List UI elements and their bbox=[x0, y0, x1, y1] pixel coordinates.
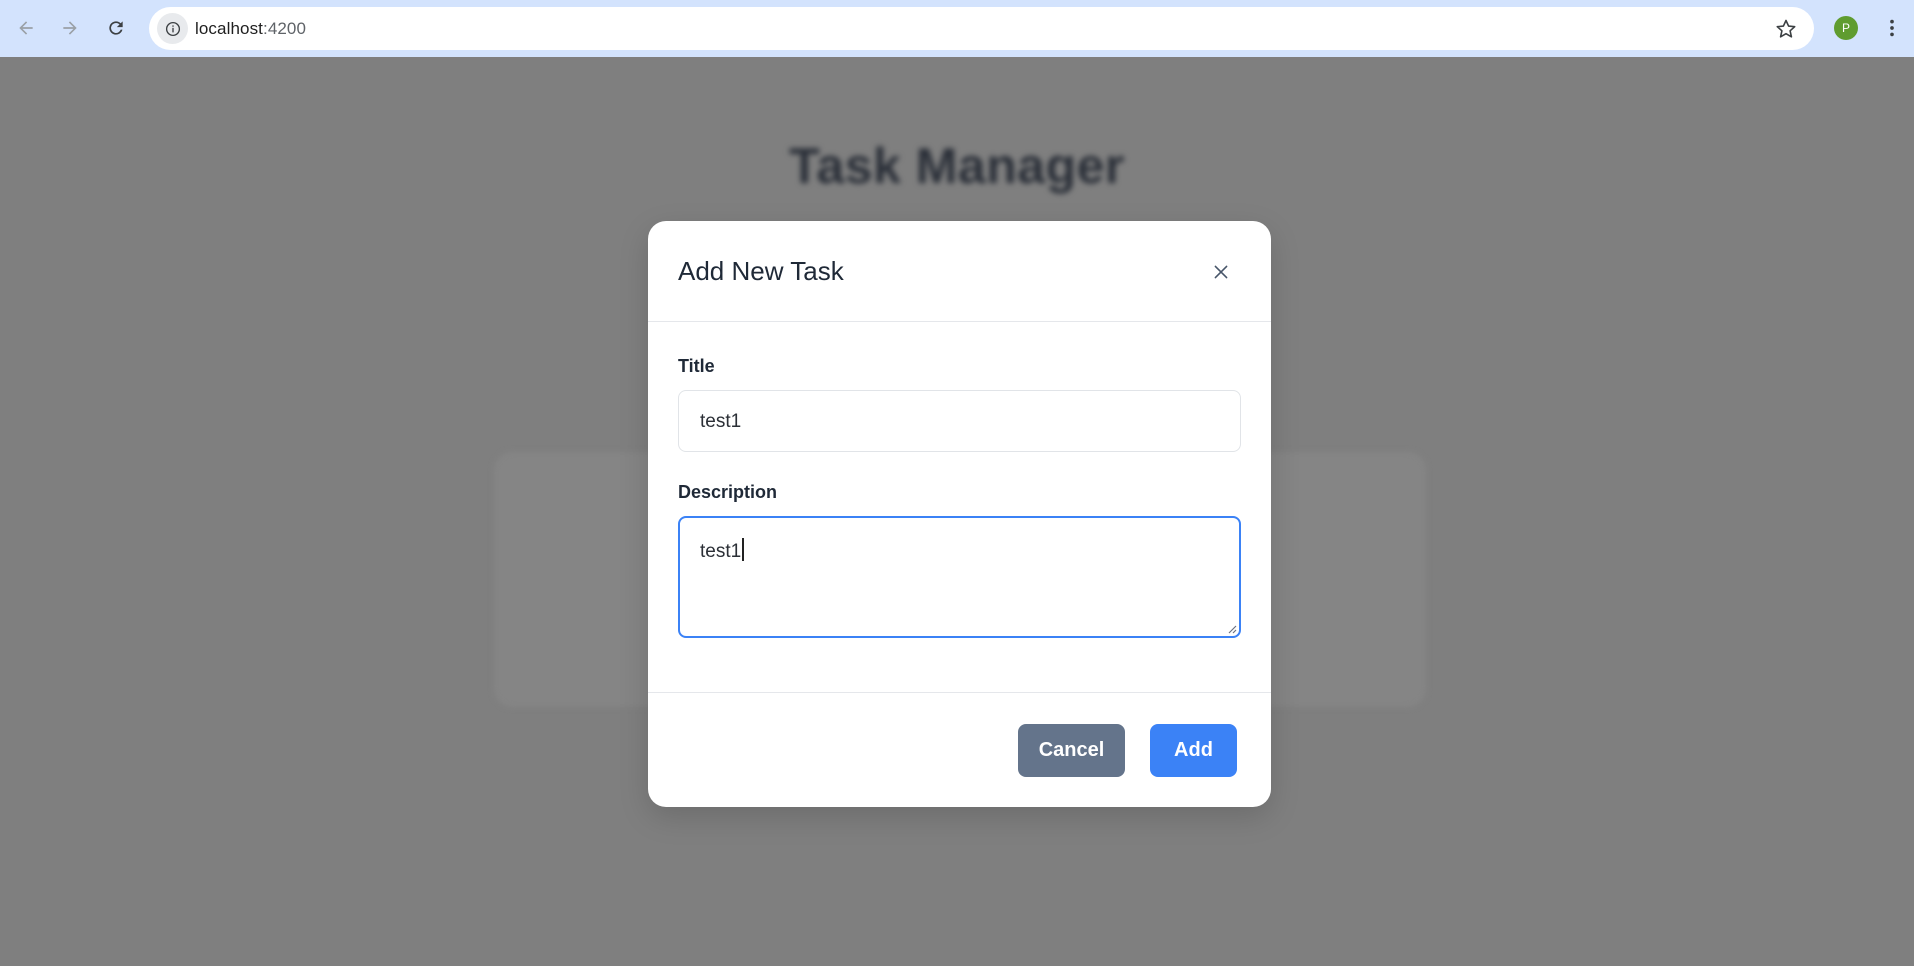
resize-handle-icon[interactable] bbox=[1227, 624, 1237, 634]
add-button[interactable]: Add bbox=[1150, 724, 1237, 777]
description-textarea[interactable]: test1 bbox=[678, 516, 1241, 638]
description-label: Description bbox=[678, 482, 778, 502]
page-title: Task Manager bbox=[789, 138, 1125, 194]
arrow-right-icon bbox=[63, 21, 77, 35]
browser-menu-button[interactable] bbox=[1880, 14, 1904, 42]
close-button[interactable] bbox=[1211, 262, 1231, 282]
title-input[interactable]: test1 bbox=[678, 390, 1241, 452]
bookmark-star-icon[interactable] bbox=[1774, 17, 1798, 41]
close-icon bbox=[1214, 265, 1228, 279]
modal-footer: Cancel Add bbox=[648, 692, 1271, 807]
title-label: Title bbox=[678, 356, 715, 376]
address-bar[interactable]: localhost:4200 bbox=[149, 7, 1814, 50]
modal-title: Add New Task bbox=[678, 256, 844, 286]
description-value: test1 bbox=[700, 541, 742, 562]
url-host: localhost bbox=[195, 19, 263, 38]
info-icon bbox=[165, 21, 180, 36]
profile-avatar[interactable]: P bbox=[1834, 16, 1858, 40]
text-caret bbox=[742, 538, 744, 561]
arrow-left-icon bbox=[19, 21, 33, 35]
modal-header: Add New Task bbox=[648, 221, 1271, 322]
back-button[interactable] bbox=[8, 10, 44, 46]
forward-button[interactable] bbox=[52, 10, 88, 46]
site-info-button[interactable] bbox=[157, 13, 188, 44]
more-vertical-icon bbox=[1890, 19, 1894, 37]
url-text: localhost:4200 bbox=[195, 19, 306, 39]
cancel-button[interactable]: Cancel bbox=[1018, 724, 1125, 777]
add-task-modal: Add New Task Title test1 Description tes… bbox=[648, 221, 1271, 807]
browser-toolbar: localhost:4200 P bbox=[0, 0, 1914, 57]
reload-icon bbox=[109, 21, 123, 35]
url-port: :4200 bbox=[263, 19, 307, 38]
reload-button[interactable] bbox=[98, 10, 134, 46]
